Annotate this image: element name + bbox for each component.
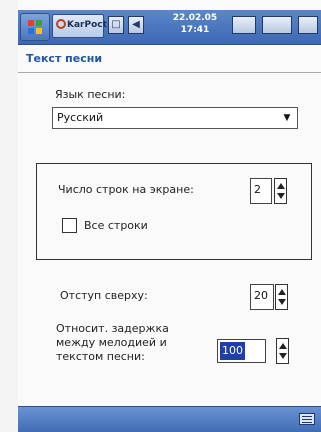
all-lines-label: Все строки [84, 219, 148, 232]
top-offset-input[interactable]: 20 [250, 284, 274, 310]
stepper-down-icon[interactable] [279, 353, 287, 359]
delay-input[interactable]: 100 [217, 339, 266, 363]
left-gutter [0, 0, 18, 432]
delay-stepper[interactable] [276, 338, 289, 364]
song-language-select[interactable]: Русский ▼ [52, 107, 298, 129]
song-language-label: Язык песни: [55, 88, 126, 101]
clock-date: 22.02.05 [172, 13, 218, 23]
lines-on-screen-input[interactable]: 2 [250, 178, 272, 204]
screen: KarPoct □ ◀ 22.02.05 17:41 Текст песни Я… [0, 0, 321, 432]
stepper-up-icon[interactable] [277, 183, 285, 189]
delay-label-line3: текстом песни: [56, 350, 145, 363]
search-icon [56, 19, 66, 29]
active-app-button[interactable]: KarPoct [52, 14, 107, 38]
lines-on-screen-stepper[interactable] [274, 178, 287, 204]
delay-value-selected: 100 [220, 342, 245, 360]
stepper-down-icon[interactable] [277, 193, 285, 199]
clock: 22.02.05 17:41 [170, 12, 220, 36]
all-lines-checkbox[interactable] [62, 218, 77, 233]
stepper-down-icon[interactable] [278, 299, 286, 305]
network-icon[interactable] [262, 16, 292, 34]
minimize-icon[interactable] [232, 16, 256, 34]
top-offset-label: Отступ сверху: [60, 289, 148, 302]
window-list-icon[interactable]: □ [108, 16, 124, 34]
stepper-up-icon[interactable] [279, 343, 287, 349]
active-app-name: KarPoct [67, 20, 107, 30]
chevron-down-icon[interactable]: ▼ [280, 111, 294, 125]
song-language-value: Русский [57, 111, 104, 124]
start-button[interactable] [20, 13, 50, 41]
clock-time: 17:41 [180, 25, 210, 35]
header-divider [18, 72, 321, 73]
page-title: Текст песни [26, 52, 103, 65]
windows-flag-icon [28, 20, 42, 34]
keyboard-icon[interactable] [299, 413, 315, 425]
delay-label-line2: между мелодией и [56, 336, 167, 349]
stepper-up-icon[interactable] [278, 289, 286, 295]
title-bar: KarPoct □ ◀ 22.02.05 17:41 [18, 10, 321, 45]
close-icon[interactable] [298, 16, 318, 34]
bottom-menu-bar [18, 406, 321, 432]
back-arrow-icon[interactable]: ◀ [128, 16, 144, 34]
delay-label-line1: Относит. задержка [56, 322, 169, 335]
top-offset-stepper[interactable] [275, 284, 288, 310]
lines-on-screen-label: Число строк на экране: [58, 183, 194, 196]
